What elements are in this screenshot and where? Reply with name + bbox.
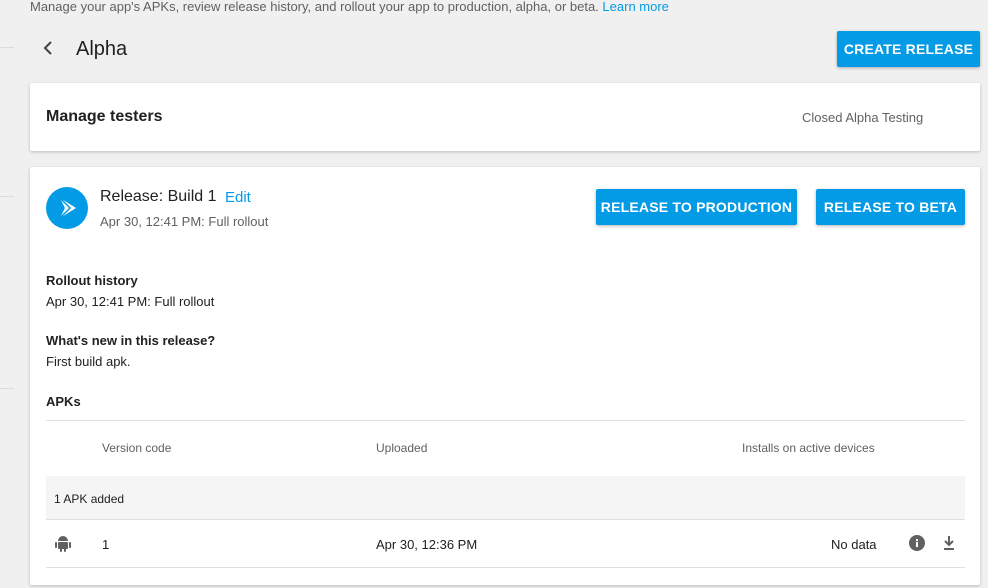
rollout-history-heading: Rollout history	[46, 273, 138, 288]
apk-version-code: 1	[102, 537, 110, 552]
release-to-beta-button[interactable]: RELEASE TO BETA	[816, 189, 965, 225]
apk-installs: No data	[831, 537, 877, 552]
rail-divider	[0, 47, 14, 48]
rail-divider	[0, 196, 14, 197]
release-logo	[46, 187, 88, 229]
table-divider	[46, 420, 965, 421]
description-text: Manage your app's APKs, review release h…	[30, 0, 599, 14]
left-rail	[0, 0, 14, 588]
column-installs: Installs on active devices	[742, 441, 875, 455]
page-title: Alpha	[76, 38, 128, 60]
release-card: Release: Build 1 Edit Apr 30, 12:41 PM: …	[30, 167, 980, 585]
manage-testers-title: Manage testers	[46, 108, 163, 125]
release-to-production-button[interactable]: RELEASE TO PRODUCTION	[596, 189, 797, 225]
rollout-history-text: Apr 30, 12:41 PM: Full rollout	[46, 294, 215, 309]
whats-new-text: First build apk.	[46, 354, 131, 369]
apk-download-button[interactable]	[940, 534, 958, 552]
edit-release-link[interactable]: Edit	[225, 189, 251, 206]
column-uploaded: Uploaded	[376, 441, 428, 455]
apk-uploaded: Apr 30, 12:36 PM	[376, 537, 478, 552]
back-button[interactable]	[36, 36, 60, 60]
page-header: Alpha CREATE RELEASE	[30, 30, 980, 70]
learn-more-link[interactable]: Learn more	[602, 0, 668, 14]
testing-status: Closed Alpha Testing	[802, 110, 924, 125]
download-icon	[944, 536, 954, 550]
release-name: Release: Build 1	[100, 188, 217, 205]
chevron-left-icon	[43, 41, 52, 55]
page-description: Manage your app's APKs, review release h…	[30, 0, 669, 14]
apk-info-button[interactable]	[908, 534, 926, 552]
manage-testers-card[interactable]: Manage testers Closed Alpha Testing	[30, 83, 980, 151]
apks-heading: APKs	[46, 394, 81, 409]
create-release-button[interactable]: CREATE RELEASE	[837, 31, 980, 67]
release-subtitle: Apr 30, 12:41 PM: Full rollout	[100, 214, 269, 229]
info-icon	[909, 535, 925, 551]
apk-group-row: 1 APK added	[46, 476, 965, 519]
whats-new-heading: What's new in this release?	[46, 333, 216, 348]
table-divider	[46, 567, 965, 568]
rail-divider	[0, 388, 14, 389]
apk-group-label: 1 APK added	[54, 492, 125, 506]
play-arrow-icon	[59, 197, 76, 219]
table-row[interactable]: 1 Apr 30, 12:36 PM No data	[46, 520, 965, 567]
android-icon	[55, 536, 71, 552]
column-version-code: Version code	[102, 441, 172, 455]
